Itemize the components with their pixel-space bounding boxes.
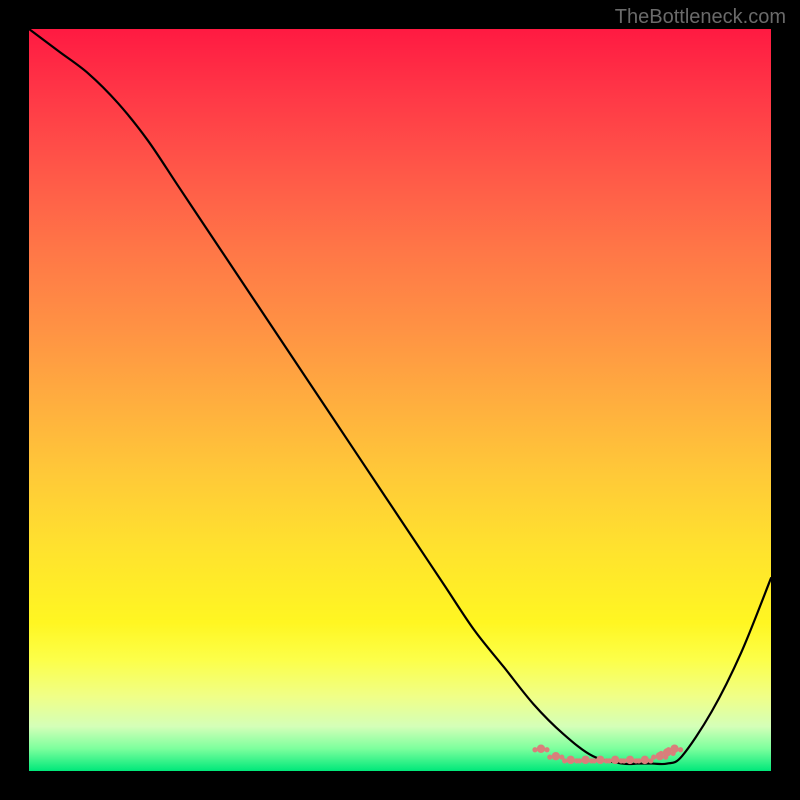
optimal-marker-dot [607,758,612,763]
optimal-marker-dot [678,747,683,752]
optimal-marker-dot [577,758,582,763]
optimal-marker-dot [666,747,671,752]
optimal-marker-dot [596,756,604,764]
optimal-marker-dot [552,752,560,760]
bottleneck-curve [29,29,771,764]
optimal-marker-dot [641,756,649,764]
optimal-marker-dot [581,756,589,764]
optimal-marker-dot [532,747,537,752]
optimal-marker-group [532,745,683,765]
optimal-marker-dot [547,755,552,760]
optimal-marker-dot [592,758,597,763]
optimal-marker-dot [544,747,549,752]
optimal-marker-dot [537,745,545,753]
optimal-marker-dot [566,756,574,764]
chart-svg [29,29,771,771]
optimal-marker-dot [621,758,626,763]
optimal-marker-dot [670,745,678,753]
optimal-marker-dot [659,751,664,756]
plot-area [29,29,771,771]
optimal-marker-dot [636,758,641,763]
optimal-marker-dot [626,756,634,764]
optimal-marker-dot [651,755,656,760]
watermark-text: TheBottleneck.com [615,6,786,29]
optimal-marker-dot [562,758,567,763]
optimal-marker-dot [611,756,619,764]
